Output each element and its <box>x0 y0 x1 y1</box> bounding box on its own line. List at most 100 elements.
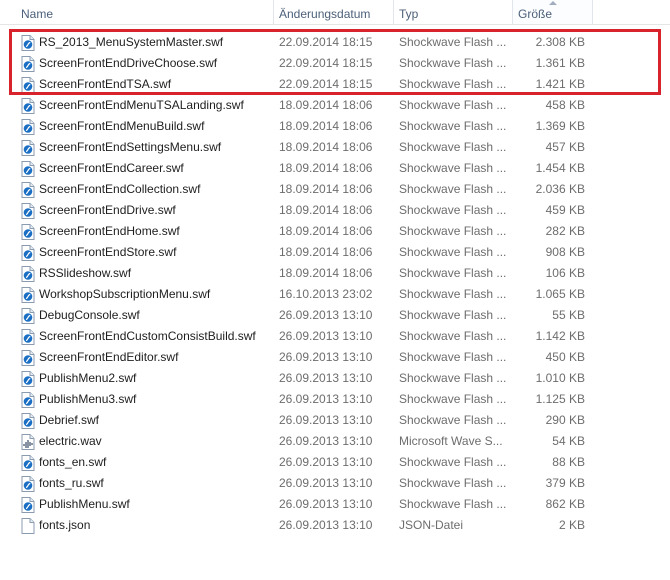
file-size: 2 KB <box>558 518 585 532</box>
file-name: ScreenFrontEndEditor.swf <box>39 350 179 364</box>
file-type: Shockwave Flash ... <box>399 287 507 301</box>
swf-file-icon <box>21 35 35 51</box>
file-row[interactable]: Debrief.swf 26.09.2013 13:10 Shockwave Fla… <box>0 410 670 431</box>
file-row[interactable]: electric.wav 26.09.2013 13:10 Microsoft Wa… <box>0 431 670 452</box>
file-size: 1.421 KB <box>535 77 585 91</box>
file-type: Microsoft Wave S... <box>399 434 503 448</box>
column-header-size-label: Größe <box>518 7 553 21</box>
file-date: 18.09.2014 18:06 <box>279 161 373 175</box>
file-date: 26.09.2013 13:10 <box>279 350 373 364</box>
swf-file-icon <box>21 308 35 324</box>
column-header-date[interactable]: Änderungsdatum <box>274 0 394 24</box>
wav-file-icon <box>21 434 35 450</box>
column-header-type-label: Typ <box>399 7 419 21</box>
file-row[interactable]: ScreenFrontEndMenuBuild.swf 18.09.2014 18… <box>0 116 670 137</box>
file-size: 1.065 KB <box>535 287 585 301</box>
file-name: ScreenFrontEndTSA.swf <box>39 77 172 91</box>
file-row[interactable]: RS_2013_MenuSystemMaster.swf 22.09.2014 1… <box>0 32 670 53</box>
file-name: ScreenFrontEndSettingsMenu.swf <box>39 140 222 154</box>
file-size: 1.125 KB <box>535 392 585 406</box>
file-type: Shockwave Flash ... <box>399 35 507 49</box>
file-date: 18.09.2014 18:06 <box>279 266 373 280</box>
file-name: fonts.json <box>39 518 91 532</box>
swf-file-icon <box>21 497 35 513</box>
file-type: Shockwave Flash ... <box>399 182 507 196</box>
file-name: electric.wav <box>39 434 102 448</box>
file-type: Shockwave Flash ... <box>399 350 507 364</box>
file-name: ScreenFrontEndCustomConsistBuild.swf <box>39 329 256 343</box>
file-date: 22.09.2014 18:15 <box>279 77 373 91</box>
swf-file-icon <box>21 56 35 72</box>
file-size: 88 KB <box>552 455 585 469</box>
file-type: Shockwave Flash ... <box>399 266 507 280</box>
column-header-size[interactable]: Größe <box>513 0 593 24</box>
file-row[interactable]: fonts_ru.swf 26.09.2013 13:10 Shockwave Fl… <box>0 473 670 494</box>
file-name: fonts_en.swf <box>39 455 107 469</box>
file-row[interactable]: RSSlideshow.swf 18.09.2014 18:06 Shockwave… <box>0 263 670 284</box>
swf-file-icon <box>21 455 35 471</box>
file-name: RS_2013_MenuSystemMaster.swf <box>39 35 224 49</box>
file-type: Shockwave Flash ... <box>399 245 507 259</box>
file-type: JSON-Datei <box>399 518 464 532</box>
swf-file-icon <box>21 224 35 240</box>
file-row[interactable]: ScreenFrontEndTSA.swf 22.09.2014 18:15 Sho… <box>0 74 670 95</box>
file-name: ScreenFrontEndDrive.swf <box>39 203 176 217</box>
file-type: Shockwave Flash ... <box>399 455 507 469</box>
file-date: 18.09.2014 18:06 <box>279 140 373 154</box>
file-date: 26.09.2013 13:10 <box>279 434 373 448</box>
file-size: 1.369 KB <box>535 119 585 133</box>
file-row[interactable]: ScreenFrontEndCustomConsistBuild.swf 26.0… <box>0 326 670 347</box>
file-date: 18.09.2014 18:06 <box>279 245 373 259</box>
file-size: 282 KB <box>545 224 585 238</box>
file-row[interactable]: WorkshopSubscriptionMenu.swf 16.10.2013 2… <box>0 284 670 305</box>
column-header-name[interactable]: Name <box>0 0 274 24</box>
file-list: RS_2013_MenuSystemMaster.swf 22.09.2014 1… <box>0 32 670 536</box>
file-size: 1.142 KB <box>535 329 585 343</box>
file-row[interactable]: fonts.json 26.09.2013 13:10 JSON-Datei 2 KB <box>0 515 670 536</box>
file-date: 26.09.2013 13:10 <box>279 392 373 406</box>
file-name: PublishMenu3.swf <box>39 392 137 406</box>
file-size: 1.010 KB <box>535 371 585 385</box>
column-header-type[interactable]: Typ <box>394 0 513 24</box>
file-row[interactable]: ScreenFrontEndStore.swf 18.09.2014 18:06 S… <box>0 242 670 263</box>
file-size: 290 KB <box>545 413 585 427</box>
file-size: 458 KB <box>545 98 585 112</box>
file-type: Shockwave Flash ... <box>399 140 507 154</box>
file-row[interactable]: ScreenFrontEndSettingsMenu.swf 18.09.2014… <box>0 137 670 158</box>
swf-file-icon <box>21 350 35 366</box>
file-type: Shockwave Flash ... <box>399 413 507 427</box>
file-type: Shockwave Flash ... <box>399 224 507 238</box>
file-date: 26.09.2013 13:10 <box>279 371 373 385</box>
file-row[interactable]: PublishMenu2.swf 26.09.2013 13:10 Shockwav… <box>0 368 670 389</box>
swf-file-icon <box>21 161 35 177</box>
file-row[interactable]: ScreenFrontEndCareer.swf 18.09.2014 18:06… <box>0 158 670 179</box>
file-row[interactable]: ScreenFrontEndDriveChoose.swf 22.09.2014 … <box>0 53 670 74</box>
file-date: 26.09.2013 13:10 <box>279 476 373 490</box>
file-type: Shockwave Flash ... <box>399 371 507 385</box>
file-row[interactable]: PublishMenu3.swf 26.09.2013 13:10 Shockwav… <box>0 389 670 410</box>
swf-file-icon <box>21 182 35 198</box>
swf-file-icon <box>21 98 35 114</box>
file-type: Shockwave Flash ... <box>399 98 507 112</box>
file-row[interactable]: ScreenFrontEndEditor.swf 26.09.2013 13:10… <box>0 347 670 368</box>
file-row[interactable]: ScreenFrontEndMenuTSALanding.swf 18.09.20… <box>0 95 670 116</box>
file-row[interactable]: fonts_en.swf 26.09.2013 13:10 Shockwave Fl… <box>0 452 670 473</box>
file-name: ScreenFrontEndCareer.swf <box>39 161 184 175</box>
file-row[interactable]: ScreenFrontEndCollection.swf 18.09.2014 1… <box>0 179 670 200</box>
swf-file-icon <box>21 413 35 429</box>
file-type: Shockwave Flash ... <box>399 476 507 490</box>
swf-file-icon <box>21 266 35 282</box>
file-row[interactable]: ScreenFrontEndHome.swf 18.09.2014 18:06 Sh… <box>0 221 670 242</box>
swf-file-icon <box>21 245 35 261</box>
file-date: 18.09.2014 18:06 <box>279 182 373 196</box>
sort-ascending-icon <box>548 1 557 5</box>
file-type: Shockwave Flash ... <box>399 308 507 322</box>
file-size: 450 KB <box>545 350 585 364</box>
file-row[interactable]: ScreenFrontEndDrive.swf 18.09.2014 18:06 S… <box>0 200 670 221</box>
file-row[interactable]: PublishMenu.swf 26.09.2013 13:10 Shockwave… <box>0 494 670 515</box>
file-row[interactable]: DebugConsole.swf 26.09.2013 13:10 Shockwav… <box>0 305 670 326</box>
file-date: 22.09.2014 18:15 <box>279 56 373 70</box>
file-name: Debrief.swf <box>39 413 100 427</box>
file-date: 26.09.2013 13:10 <box>279 497 373 511</box>
column-header-bar: Name Änderungsdatum Typ Größe <box>0 0 670 25</box>
